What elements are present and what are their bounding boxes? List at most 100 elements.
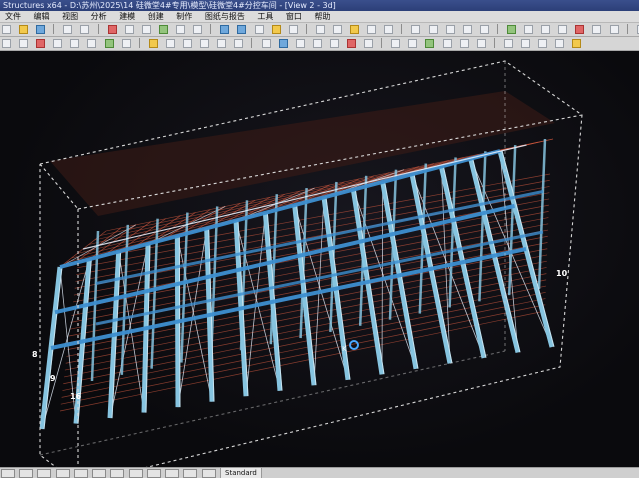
undo-icon[interactable] bbox=[63, 25, 73, 34]
move-icon[interactable] bbox=[141, 25, 151, 34]
menu-item-file[interactable]: 文件 bbox=[0, 11, 26, 22]
menu-item-create[interactable]: 创建 bbox=[143, 11, 169, 22]
dimension-icon[interactable] bbox=[555, 39, 565, 48]
select-assemblies-icon[interactable] bbox=[558, 25, 568, 34]
steel-column-icon[interactable] bbox=[2, 39, 11, 48]
rotate-view-icon[interactable] bbox=[158, 25, 168, 34]
steel-beam-icon[interactable] bbox=[19, 39, 29, 48]
select-parts-icon[interactable] bbox=[524, 25, 534, 34]
concrete-slab-icon[interactable] bbox=[217, 39, 227, 48]
point-tool-icon[interactable] bbox=[503, 39, 513, 48]
menu-item-modeling[interactable]: 建模 bbox=[114, 11, 140, 22]
render-options-icon[interactable] bbox=[476, 39, 486, 48]
cut-part-icon[interactable] bbox=[295, 39, 305, 48]
redo-icon[interactable] bbox=[80, 25, 90, 34]
status-lock-icon[interactable] bbox=[110, 469, 125, 478]
toolbar-separator bbox=[493, 38, 495, 48]
concrete-panel-icon[interactable] bbox=[234, 39, 244, 48]
create-beam-icon[interactable] bbox=[237, 25, 247, 34]
concrete-beam-icon[interactable] bbox=[165, 39, 175, 48]
menu-item-window[interactable]: 窗口 bbox=[281, 11, 307, 22]
select-grids-icon[interactable] bbox=[609, 25, 619, 34]
select-all-icon[interactable] bbox=[507, 25, 516, 34]
zoom-out-icon[interactable] bbox=[193, 25, 203, 34]
work-plane-icon[interactable] bbox=[391, 39, 401, 48]
polybeam-icon[interactable] bbox=[36, 39, 46, 48]
standard-toolbar bbox=[0, 23, 639, 37]
snap-perpendicular-icon[interactable] bbox=[462, 25, 472, 34]
combine-parts-icon[interactable] bbox=[364, 39, 374, 48]
model-view-3d[interactable]: 10 8 9 16 K bbox=[0, 51, 639, 478]
status-grid-icon[interactable] bbox=[92, 469, 107, 478]
chamfer-icon[interactable] bbox=[329, 39, 339, 48]
menu-item-drawings-reports[interactable]: 图纸与报告 bbox=[200, 11, 250, 22]
view-on-plane-icon[interactable] bbox=[442, 39, 452, 48]
curved-beam-icon[interactable] bbox=[53, 39, 63, 48]
delete-icon[interactable] bbox=[107, 25, 117, 34]
create-weld-icon[interactable] bbox=[288, 25, 298, 34]
snap-intersection-icon[interactable] bbox=[445, 25, 455, 34]
clip-plane-icon[interactable] bbox=[425, 39, 435, 48]
menu-item-analysis[interactable]: 分析 bbox=[86, 11, 112, 22]
status-rotate-icon[interactable] bbox=[165, 469, 180, 478]
view-mode-status[interactable]: Standard bbox=[220, 468, 262, 478]
status-zoom-icon[interactable] bbox=[146, 469, 161, 478]
measure-icon[interactable] bbox=[367, 25, 377, 34]
status-smart-select-icon[interactable] bbox=[201, 469, 216, 478]
strip-footing-icon[interactable] bbox=[200, 39, 210, 48]
snap-midpoint-icon[interactable] bbox=[428, 25, 438, 34]
snap-endpoint-icon[interactable] bbox=[411, 25, 421, 34]
redraw-view-icon[interactable] bbox=[459, 39, 469, 48]
fitting-icon[interactable] bbox=[312, 39, 322, 48]
construction-circle-icon[interactable] bbox=[538, 39, 548, 48]
work-area-icon[interactable] bbox=[408, 39, 418, 48]
zoom-in-icon[interactable] bbox=[176, 25, 186, 34]
bolt-group-icon[interactable] bbox=[261, 39, 271, 48]
grid-label-9: 9 bbox=[50, 374, 56, 383]
menu-item-help[interactable]: 帮助 bbox=[309, 11, 335, 22]
status-workplane-icon[interactable] bbox=[73, 469, 88, 478]
clash-check-icon[interactable] bbox=[384, 25, 394, 34]
status-ortho-toggle-icon[interactable] bbox=[19, 469, 34, 478]
save-model-icon[interactable] bbox=[36, 25, 46, 34]
new-model-icon[interactable] bbox=[2, 25, 11, 34]
status-pan-icon[interactable] bbox=[128, 469, 143, 478]
component-catalog-icon[interactable] bbox=[350, 25, 360, 34]
status-select-filter-icon[interactable] bbox=[37, 469, 52, 478]
toolbar-separator bbox=[401, 24, 403, 34]
copy-icon[interactable] bbox=[124, 25, 134, 34]
orthogonal-beam-icon[interactable] bbox=[87, 39, 97, 48]
back-column bbox=[507, 145, 517, 296]
snap-line-icon[interactable] bbox=[479, 25, 489, 34]
toolbar-separator bbox=[53, 24, 55, 34]
folded-plate-icon[interactable] bbox=[121, 39, 131, 48]
status-phase-icon[interactable] bbox=[55, 469, 70, 478]
status-snap-toggle-icon[interactable] bbox=[1, 469, 15, 478]
add-weld-icon[interactable] bbox=[278, 39, 288, 48]
menu-item-view[interactable]: 视图 bbox=[57, 11, 83, 22]
create-plate-icon[interactable] bbox=[254, 25, 264, 34]
status-drag-icon[interactable] bbox=[183, 469, 198, 478]
menu-item-fabrication[interactable]: 制作 bbox=[171, 11, 197, 22]
concrete-column-icon[interactable] bbox=[148, 39, 158, 48]
view-properties-icon[interactable] bbox=[332, 25, 342, 34]
construction-line-icon[interactable] bbox=[521, 39, 530, 48]
select-bolts-icon[interactable] bbox=[575, 25, 585, 34]
create-column-icon[interactable] bbox=[220, 25, 230, 34]
modeling-toolbar bbox=[0, 37, 639, 51]
view-origin-marker-icon[interactable] bbox=[349, 340, 359, 350]
create-bolt-icon[interactable] bbox=[271, 25, 281, 34]
menu-item-edit[interactable]: 编辑 bbox=[29, 11, 55, 22]
grid-icon[interactable] bbox=[315, 25, 325, 34]
open-model-icon[interactable] bbox=[19, 25, 29, 34]
split-part-icon[interactable] bbox=[346, 39, 356, 48]
contour-plate-icon[interactable] bbox=[104, 39, 114, 48]
back-column bbox=[537, 138, 547, 290]
select-welds-icon[interactable] bbox=[592, 25, 602, 34]
pad-footing-icon[interactable] bbox=[183, 39, 193, 48]
reference-model-icon[interactable] bbox=[572, 39, 582, 48]
select-components-icon[interactable] bbox=[541, 25, 551, 34]
toolbar-separator bbox=[97, 24, 99, 34]
menu-item-tools[interactable]: 工具 bbox=[252, 11, 278, 22]
twin-profile-icon[interactable] bbox=[70, 39, 80, 48]
